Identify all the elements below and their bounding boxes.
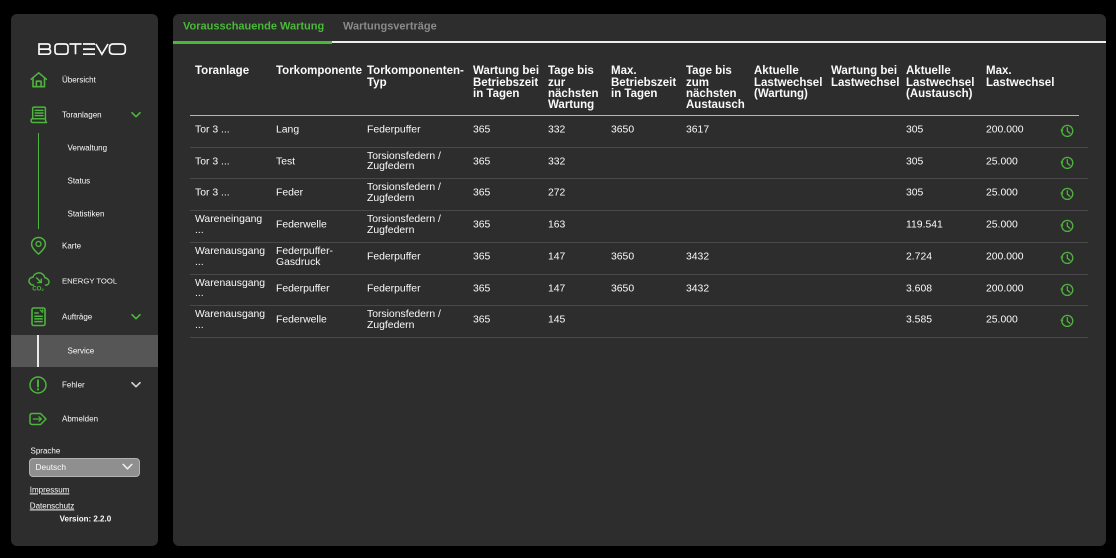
svg-text:CO2: CO2 [32,286,44,293]
